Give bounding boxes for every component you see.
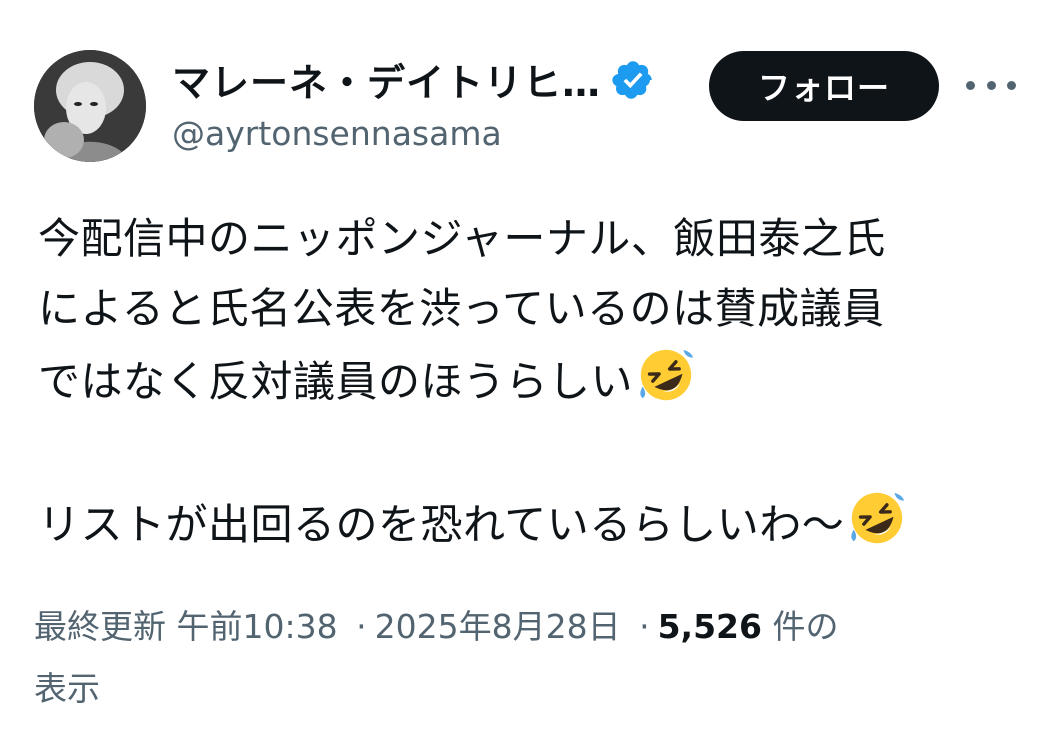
follow-button[interactable]: フォロー: [709, 51, 939, 121]
views-label: 表示: [34, 669, 100, 708]
tweet-line: ではなく反対議員のほうらしい: [38, 344, 1038, 417]
tweet-metadata: 最終更新 午前10:38 · 2025年8月28日 · 5,526 件の 表示: [34, 596, 1024, 720]
tweet-line: によると氏名公表を渋っているのは賛成議員: [38, 284, 885, 333]
avatar[interactable]: [34, 50, 146, 162]
rolling-on-floor-laughing-emoji: [640, 349, 694, 401]
edited-label[interactable]: 最終更新: [34, 607, 166, 646]
display-name[interactable]: マレーネ・デイトリヒ…: [172, 52, 601, 107]
rolling-on-floor-laughing-emoji: [851, 492, 905, 544]
tweet-line: 今配信中のニッポンジャーナル、飯田泰之氏: [38, 214, 886, 263]
tweet-line-text: ではなく反対議員のほうらしい: [38, 357, 634, 406]
tweet-line: リストが出回るのを恐れているらしいわ〜: [38, 487, 1038, 560]
separator-dot: ·: [639, 607, 650, 646]
author-name-row: マレーネ・デイトリヒ…: [172, 52, 655, 107]
tweet-date[interactable]: 2025年8月28日: [375, 607, 621, 646]
views-suffix: 件の: [772, 607, 839, 646]
dot-icon: [1007, 80, 1016, 90]
tweet-time[interactable]: 午前10:38: [177, 607, 338, 646]
author-handle[interactable]: @ayrtonsennasama: [172, 114, 502, 153]
views-count[interactable]: 5,526: [658, 607, 762, 646]
verified-badge-icon[interactable]: [611, 58, 655, 102]
tweet-line-text: リストが出回るのを恐れているらしいわ〜: [38, 500, 845, 549]
separator-dot: ·: [356, 607, 367, 646]
tweet-text: 今配信中のニッポンジャーナル、飯田泰之氏 によると氏名公表を渋っているのは賛成議…: [38, 204, 1038, 560]
dot-icon: [966, 80, 975, 90]
more-horizontal-icon[interactable]: [966, 70, 1016, 100]
dot-icon: [986, 80, 996, 90]
